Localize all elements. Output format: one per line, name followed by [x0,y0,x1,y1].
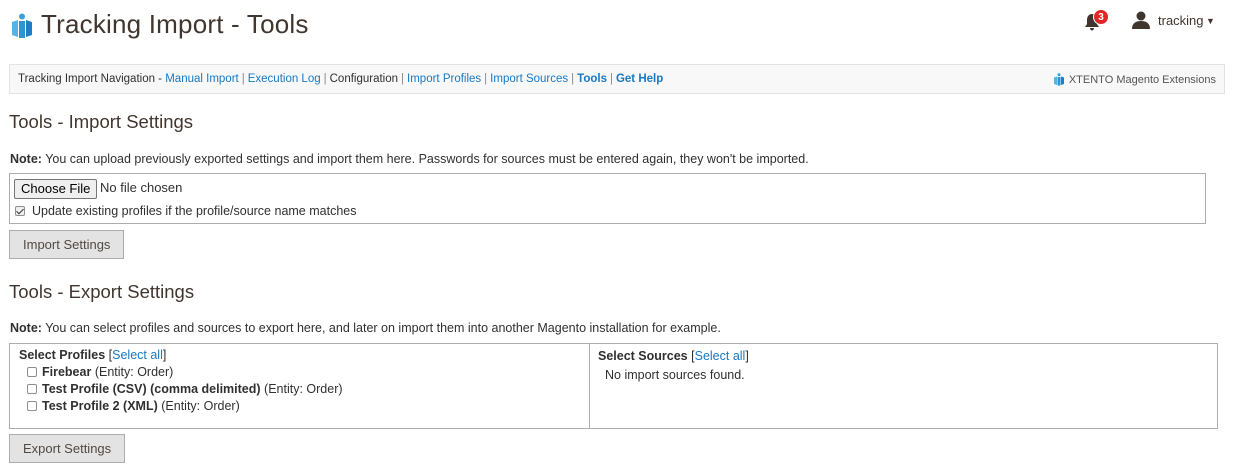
update-existing-label[interactable]: Update existing profiles if the profile/… [32,204,356,218]
nav-configuration[interactable]: Configuration [330,73,398,85]
update-existing-checkbox[interactable] [15,206,25,216]
choose-file-button[interactable]: Choose File [14,179,98,199]
select-sources-panel: Select Sources [Select all] No import so… [591,344,1217,428]
tracking-import-navigation: Tracking Import Navigation - Manual Impo… [9,64,1225,94]
select-all-sources-link[interactable]: Select all [695,349,746,363]
xtento-logo-icon [12,13,32,38]
nav-prefix: Tracking Import Navigation - [18,73,163,85]
caret-down-icon[interactable]: ▼ [1206,16,1215,26]
nav-separator: | [241,73,245,85]
nav-separator: | [571,73,575,85]
update-existing-option[interactable]: Update existing profiles if the profile/… [15,204,356,218]
profile-entity: (Entity: Order) [264,382,343,396]
user-name[interactable]: tracking [1158,13,1204,28]
select-profiles-panel: Select Profiles [Select all] Firebear (E… [10,344,590,428]
page-header: Tracking Import - Tools 3 tracking ▼ [0,0,1233,56]
import-note: Note: You can upload previously exported… [10,152,809,166]
select-sources-heading: Select Sources [Select all] [598,349,749,363]
import-settings-title: Tools - Import Settings [9,111,194,132]
export-settings-title: Tools - Export Settings [9,281,195,302]
nav-separator: | [401,73,405,85]
export-note: Note: You can select profiles and source… [10,321,721,335]
no-sources-text: No import sources found. [605,368,745,382]
select-profiles-heading: Select Profiles [Select all] [19,348,167,362]
profile-checkbox[interactable] [27,401,37,411]
profiles-heading-label: Select Profiles [19,348,106,362]
import-note-text: You can upload previously exported setti… [41,152,809,166]
export-settings-button[interactable]: Export Settings [9,434,126,463]
list-item[interactable]: Firebear (Entity: Order) [27,365,343,382]
profile-checkbox[interactable] [27,384,37,394]
export-selection-box: Select Profiles [Select all] Firebear (E… [9,343,1218,429]
nav-tools[interactable]: Tools [577,73,607,85]
xtento-brand-link[interactable]: XTENTO Magento Extensions [1053,73,1216,86]
no-file-chosen-text: No file chosen [100,180,183,195]
nav-get-help[interactable]: Get Help [616,73,663,85]
profile-name[interactable]: Firebear [42,365,91,379]
nav-separator: | [484,73,488,85]
select-all-profiles-link[interactable]: Select all [112,348,163,362]
list-item[interactable]: Test Profile 2 (XML) (Entity: Order) [27,399,343,416]
nav-execution-log[interactable]: Execution Log [248,73,321,85]
nav-manual-import[interactable]: Manual Import [165,73,239,85]
list-item[interactable]: Test Profile (CSV) (comma delimited) (En… [27,382,343,399]
page-title: Tracking Import - Tools [41,9,309,39]
profile-entity: (Entity: Order) [161,399,240,413]
nav-separator: | [609,73,613,85]
nav-separator: | [323,73,327,85]
user-icon[interactable] [1131,11,1151,29]
sources-heading-label: Select Sources [598,349,688,363]
profile-name[interactable]: Test Profile (CSV) (comma delimited) [42,382,261,396]
import-upload-box: Choose File No file chosen Update existi… [9,173,1206,224]
nav-links: Tracking Import Navigation - Manual Impo… [18,73,663,85]
brand-label[interactable]: XTENTO Magento Extensions [1069,74,1216,86]
note-label: Note: [10,152,42,166]
export-note-text: You can select profiles and sources to e… [41,321,721,335]
import-settings-button[interactable]: Import Settings [9,230,125,259]
profile-name[interactable]: Test Profile 2 (XML) [42,399,158,413]
nav-import-profiles[interactable]: Import Profiles [407,73,481,85]
notification-count-badge[interactable]: 3 [1093,9,1109,25]
xtento-logo-icon [1053,73,1064,86]
profile-list: Firebear (Entity: Order) Test Profile (C… [27,365,343,416]
profile-entity: (Entity: Order) [94,365,174,379]
profile-checkbox[interactable] [27,367,37,377]
nav-import-sources[interactable]: Import Sources [490,73,568,85]
note-label: Note: [10,321,42,335]
